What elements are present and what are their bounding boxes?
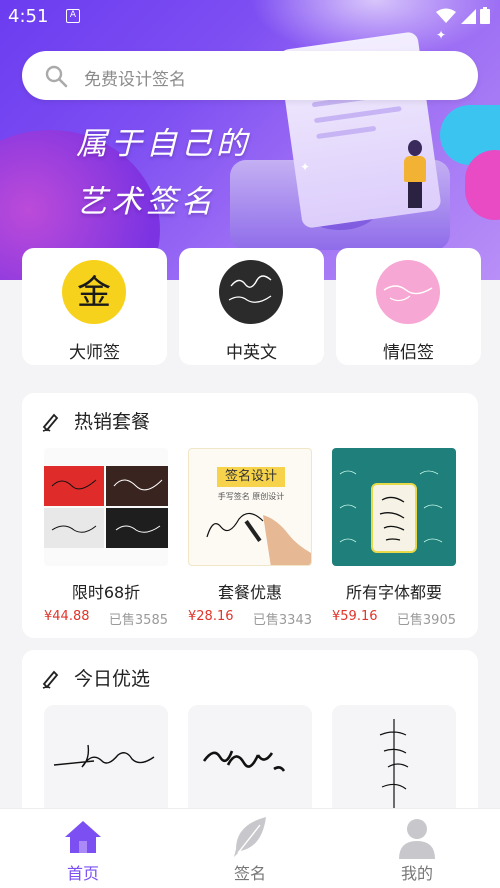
nav-profile[interactable]: 我的 [334, 809, 500, 888]
package-card[interactable]: 签名设计 手写签名 原创设计 套餐优惠 ¥28.16 已售3343 [188, 448, 312, 628]
gold-seal-icon: 金 [62, 260, 126, 324]
nav-label: 首页 [66, 864, 99, 883]
package-card[interactable]: 所有字体都要 ¥59.16 已售3905 [332, 448, 456, 628]
signature-image [379, 719, 409, 811]
package-card[interactable]: 限时68折 ¥44.88 已售3585 [44, 448, 168, 628]
hero-title-line2: 艺术签名 [76, 184, 216, 220]
bilingual-signature-icon [219, 260, 283, 324]
svg-text:金: 金 [77, 273, 111, 313]
hero-banner[interactable]: ✦ ✦ 属于自己的 艺术签名 [0, 0, 500, 280]
status-time: 4:51 [8, 6, 49, 27]
section-title: 今日优选 [74, 668, 151, 690]
user-icon [399, 819, 435, 859]
nav-label: 我的 [400, 864, 433, 883]
category-master-signature[interactable]: 金 大师签 [22, 248, 167, 365]
pen-icon [42, 670, 59, 689]
package-price: ¥59.16 [332, 609, 378, 624]
star-icon: ✦ [300, 160, 311, 174]
package-image [44, 448, 168, 566]
signature-image [53, 744, 155, 768]
package-name: 套餐优惠 [217, 583, 282, 602]
battery-icon [480, 7, 490, 24]
package-sold: 已售3343 [252, 613, 312, 628]
package-price: ¥44.88 [44, 609, 90, 624]
search-placeholder: 免费设计签名 [84, 70, 186, 90]
package-image: 签名设计 手写签名 原创设计 [188, 448, 312, 566]
app-notification-icon: A [66, 9, 80, 23]
pick-card[interactable] [44, 705, 168, 815]
section-title: 热销套餐 [74, 411, 151, 433]
nav-label: 签名 [233, 864, 266, 883]
pen-icon [42, 413, 59, 432]
home-icon [65, 821, 101, 853]
search-bar[interactable]: 免费设计签名 [22, 51, 478, 100]
package-sold: 已售3905 [396, 613, 456, 628]
pick-card[interactable] [188, 705, 312, 815]
package-sold: 已售3585 [108, 613, 168, 628]
package-price: ¥28.16 [188, 609, 234, 624]
status-bar: 4:51 A [0, 0, 500, 34]
person-illustration [400, 140, 430, 210]
category-couple[interactable]: 情侣签 [336, 248, 481, 365]
category-label: 中英文 [226, 343, 277, 363]
signal-icon [461, 8, 476, 24]
category-label: 大师签 [69, 343, 120, 363]
category-bilingual[interactable]: 中英文 [179, 248, 324, 365]
feather-icon [234, 817, 266, 857]
signature-image [202, 750, 286, 772]
package-name: 所有字体都要 [345, 583, 442, 602]
today-picks-section: 今日优选 [22, 650, 478, 820]
package-image [332, 448, 456, 566]
hero-title-line1: 属于自己的 [76, 126, 251, 162]
package-name: 限时68折 [71, 583, 141, 602]
wifi-icon [436, 8, 456, 23]
search-icon [45, 65, 68, 88]
nav-home[interactable]: 首页 [0, 809, 166, 888]
pick-card[interactable] [332, 705, 456, 815]
category-label: 情侣签 [383, 343, 434, 363]
couple-signature-icon [376, 260, 440, 324]
hot-packages-section: 热销套餐 限时68折 ¥44.88 已售3585 签名设计 手写签名 原创设计 [22, 393, 478, 638]
bottom-navigation: 首页 签名 我的 [0, 808, 500, 888]
nav-signature[interactable]: 签名 [167, 809, 333, 888]
